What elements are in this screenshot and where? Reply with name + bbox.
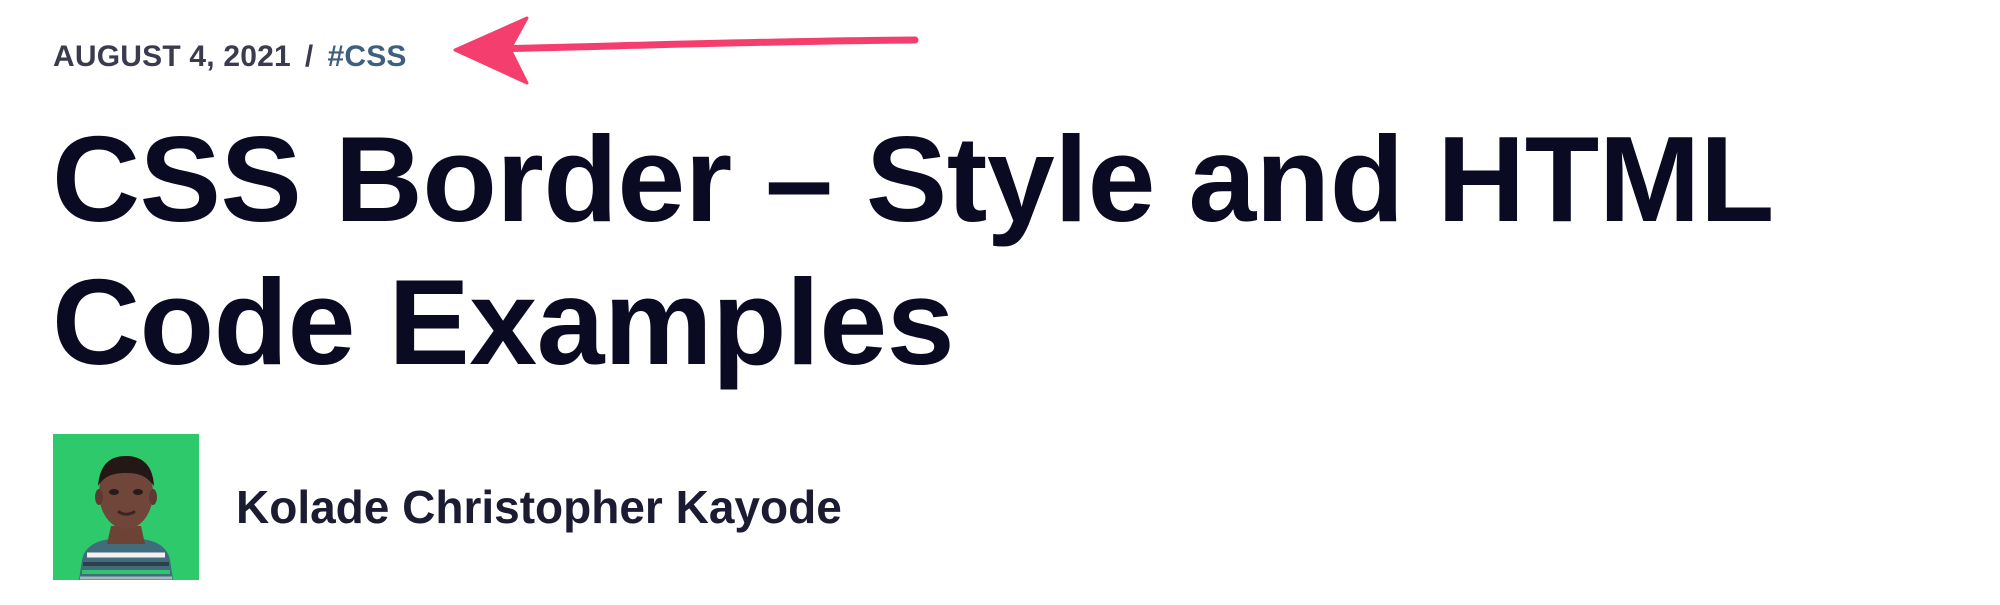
pink-arrow-icon <box>453 16 919 85</box>
author-name-link[interactable]: Kolade Christopher Kayode <box>236 480 842 534</box>
article-title: CSS Border – Style and HTML Code Example… <box>52 111 1772 390</box>
tag-link-css[interactable]: #CSS <box>327 40 406 74</box>
arrow-shaft <box>481 36 919 53</box>
post-date: AUGUST 4, 2021 <box>53 40 291 73</box>
author-card: Kolade Christopher Kayode <box>53 434 842 580</box>
author-avatar[interactable] <box>53 434 199 580</box>
post-meta: AUGUST 4, 2021 / #CSS <box>53 34 407 80</box>
meta-separator: / <box>304 40 314 73</box>
